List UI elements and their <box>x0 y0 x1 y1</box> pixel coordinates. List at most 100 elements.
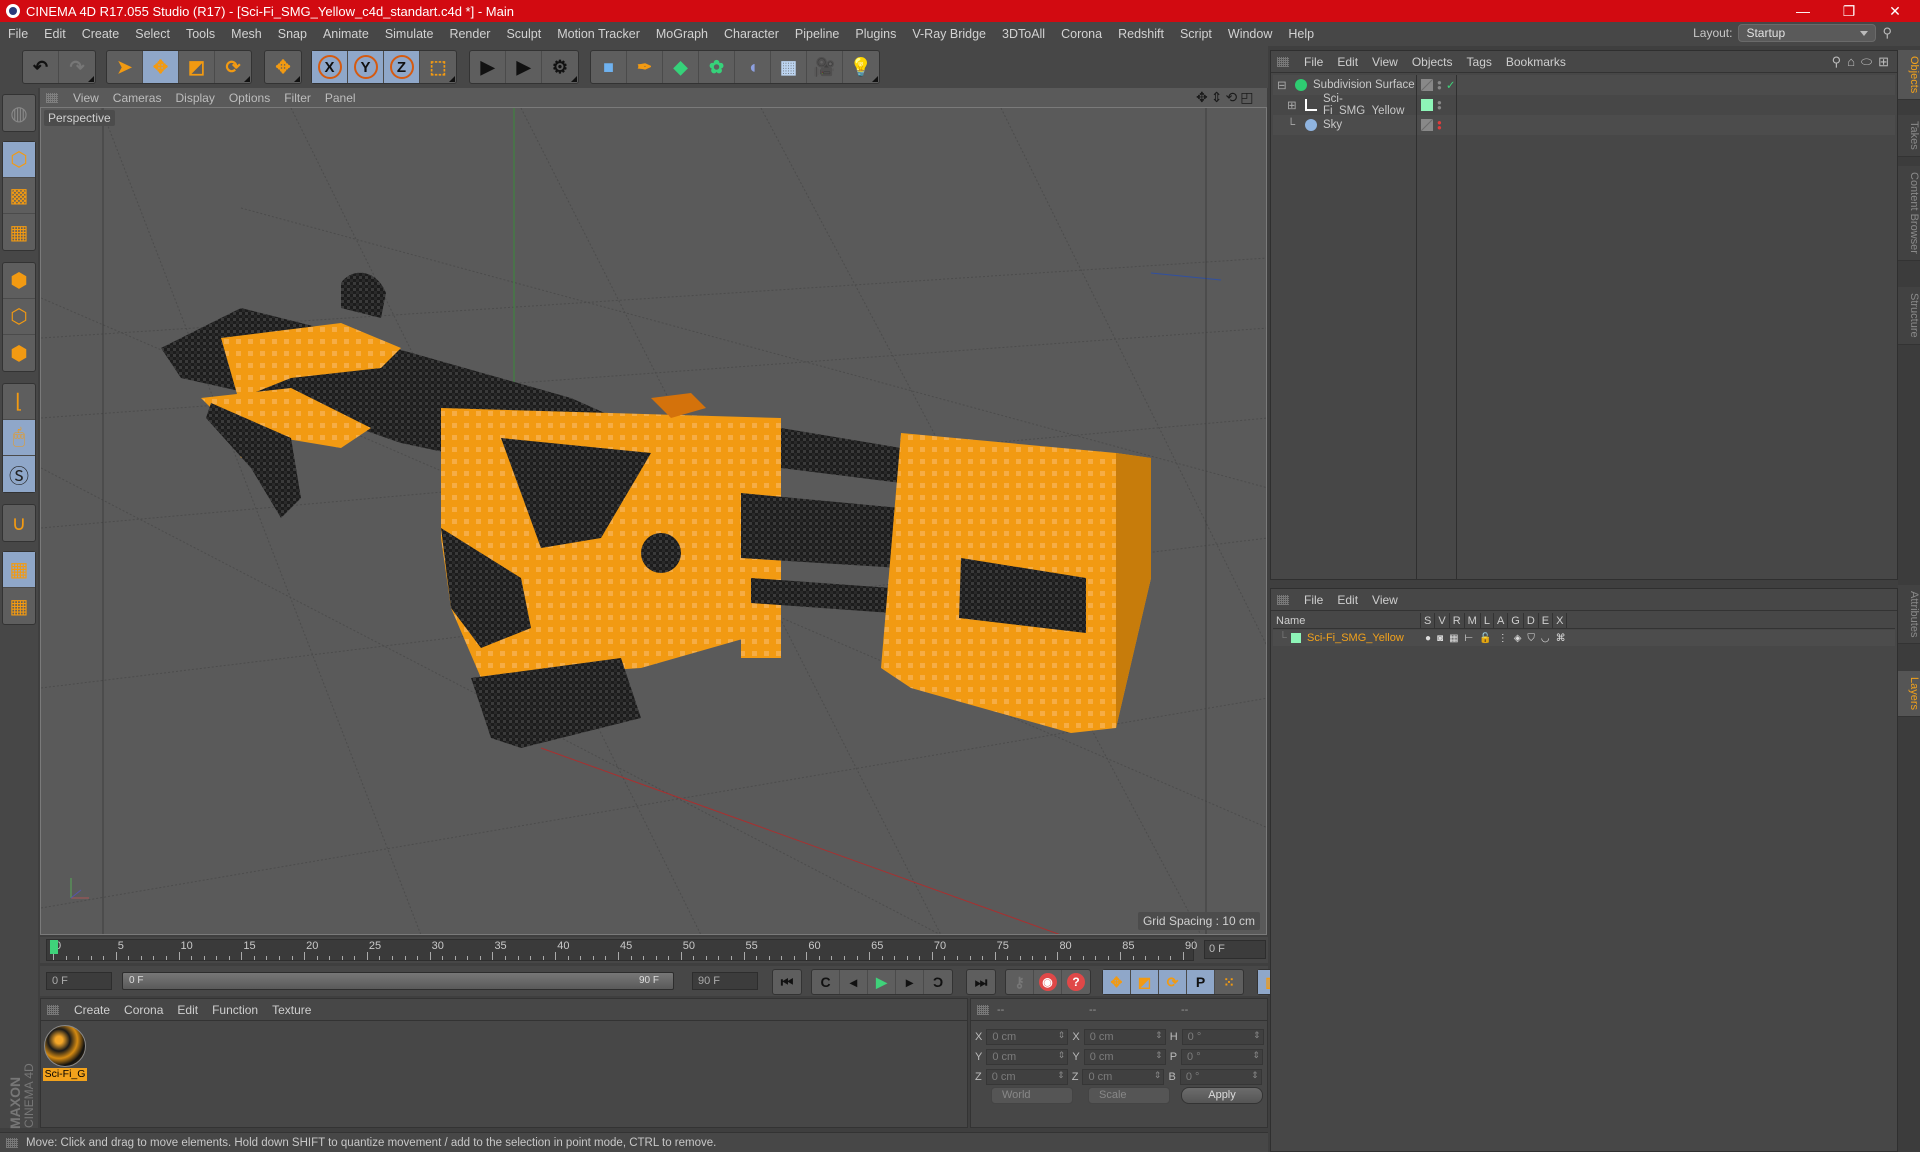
viewport-menu-cameras[interactable]: Cameras <box>106 91 169 105</box>
menu-animate[interactable]: Animate <box>315 27 377 41</box>
layer-empty-tag[interactable] <box>1421 119 1433 131</box>
lock-toggle-icon[interactable]: 🔓 <box>1479 633 1491 644</box>
menu-simulate[interactable]: Simulate <box>377 27 442 41</box>
rotation-b-field[interactable]: 0 ° <box>1179 1069 1262 1085</box>
undo-button[interactable]: ↶ <box>23 51 59 83</box>
autokey-button[interactable]: ◉ <box>1034 970 1062 994</box>
next-frame-button[interactable]: ▸ <box>896 970 924 994</box>
menu-pipeline[interactable]: Pipeline <box>787 27 847 41</box>
layer-column-a[interactable]: A <box>1494 613 1509 628</box>
material-menu-texture[interactable]: Texture <box>265 1003 318 1017</box>
menu-sculpt[interactable]: Sculpt <box>498 27 549 41</box>
expand-toggle-icon[interactable]: ⊟ <box>1277 78 1291 92</box>
magnet-snap-button[interactable]: ∪ <box>3 505 35 541</box>
layer-column-e[interactable]: E <box>1539 613 1554 628</box>
menu-file[interactable]: File <box>0 27 36 41</box>
object-row[interactable]: └ Sky ● ● <box>1273 115 1895 135</box>
size-y-field[interactable]: 0 cm <box>1083 1049 1166 1065</box>
layer-name[interactable]: Sci-Fi_SMG_Yellow <box>1307 632 1425 644</box>
layer-column-m[interactable]: M <box>1465 613 1481 628</box>
zoom-view-icon[interactable]: ⇕ <box>1211 89 1223 106</box>
visible-toggle-icon[interactable]: ◙ <box>1437 633 1443 644</box>
z-axis-button[interactable]: Z <box>384 51 420 83</box>
panel-grip[interactable] <box>977 1004 989 1015</box>
viewport-menu-filter[interactable]: Filter <box>277 91 318 105</box>
solo-toggle-icon[interactable]: ● <box>1425 633 1431 644</box>
deformers-toggle-icon[interactable]: ⛉ <box>1527 633 1535 644</box>
editor-render-dots[interactable]: ● ● <box>1437 79 1442 92</box>
scale-button[interactable]: ◩ <box>179 51 215 83</box>
panel-grip[interactable] <box>46 92 58 103</box>
object-row[interactable]: ⊞ Sci-Fi_SMG_Yellow ● ● <box>1273 93 1895 117</box>
render-view-button[interactable]: ▶ <box>470 51 506 83</box>
layer-color-swatch[interactable] <box>1291 633 1301 643</box>
subdivision-surface-button[interactable]: ◆ <box>663 51 699 83</box>
size-z-field[interactable]: 0 cm <box>1082 1069 1165 1085</box>
manager-toggle-icon[interactable]: ⊢ <box>1465 633 1474 644</box>
key-rotation-button[interactable]: ⟳ <box>1159 970 1187 994</box>
visibility-dots-icon[interactable]: ● ● <box>1421 99 1442 112</box>
material-menu-edit[interactable]: Edit <box>170 1003 205 1017</box>
expand-toggle-icon[interactable]: └ <box>1287 119 1301 131</box>
menu-window[interactable]: Window <box>1220 27 1280 41</box>
restore-button[interactable]: ❐ <box>1826 0 1872 22</box>
editor-render-dots[interactable]: ● ● <box>1437 119 1442 132</box>
layout-dropdown[interactable]: Startup <box>1738 24 1877 42</box>
frame-range-slider[interactable]: 0 F 90 F <box>122 972 674 990</box>
viewport-menu-panel[interactable]: Panel <box>318 91 363 105</box>
layer-row[interactable]: └ Sci-Fi_SMG_Yellow ● ◙ ▦ ⊢ 🔓 ⋮ ◈ ⛉ ◡ ⌘ <box>1273 630 1895 646</box>
side-tab-takes[interactable]: Takes <box>1898 115 1920 157</box>
coordinate-system-button[interactable]: ⬚ <box>420 51 456 83</box>
animation-toggle-icon[interactable]: ⋮ <box>1498 633 1508 644</box>
size-mode-select[interactable]: Scale <box>1088 1087 1170 1104</box>
key-scale-button[interactable]: ◩ <box>1131 970 1159 994</box>
cube-button[interactable]: ■ <box>591 51 627 83</box>
coordinate-mode-select[interactable]: World <box>991 1087 1073 1104</box>
viewport-menu-options[interactable]: Options <box>222 91 277 105</box>
layer-column-r[interactable]: R <box>1450 613 1465 628</box>
3d-viewport[interactable]: Perspective Grid Spacing : 10 cm <box>40 108 1267 935</box>
menu-v-ray-bridge[interactable]: V-Ray Bridge <box>904 27 994 41</box>
workplane-mode-button[interactable]: ▦ <box>3 214 35 250</box>
snap-solo-button[interactable]: Ⓢ <box>3 456 35 492</box>
floor-button[interactable]: ▦ <box>771 51 807 83</box>
last-tool-move-button[interactable]: ✥ <box>265 51 301 83</box>
x-axis-button[interactable]: X <box>312 51 348 83</box>
record-keys-button[interactable]: ⚷ <box>1006 970 1034 994</box>
editor-render-dots[interactable]: ● ● <box>1437 99 1442 112</box>
rotate-button[interactable]: ⟳ <box>215 51 251 83</box>
key-pla-button[interactable]: ⁙ <box>1215 970 1243 994</box>
side-tab-layers[interactable]: Layers <box>1898 671 1920 718</box>
make-editable-button[interactable]: ◍ <box>3 95 35 131</box>
lock-workplane-button[interactable]: ▦ <box>3 552 35 588</box>
home-icon[interactable]: ⌂ <box>1847 54 1855 70</box>
menu-help[interactable]: Help <box>1280 27 1322 41</box>
menu-create[interactable]: Create <box>74 27 128 41</box>
key-parameter-button[interactable]: P <box>1187 970 1215 994</box>
panel-grip[interactable] <box>6 1137 18 1148</box>
rotate-view-icon[interactable]: ⟲ <box>1225 89 1237 106</box>
panel-grip[interactable] <box>1277 56 1289 67</box>
object-menu-file[interactable]: File <box>1297 55 1330 69</box>
menu-render[interactable]: Render <box>441 27 498 41</box>
layer-menu-file[interactable]: File <box>1297 593 1330 607</box>
panel-grip[interactable] <box>1277 594 1289 605</box>
previous-key-button[interactable]: C <box>812 970 840 994</box>
align-workplane-button[interactable]: ▦ <box>3 588 35 624</box>
close-button[interactable]: ✕ <box>1872 0 1918 22</box>
material-menu-create[interactable]: Create <box>67 1003 117 1017</box>
menu-corona[interactable]: Corona <box>1053 27 1110 41</box>
layer-column-g[interactable]: G <box>1508 613 1524 628</box>
go-to-end-button[interactable]: ⏭ <box>967 970 995 994</box>
redo-button[interactable]: ↷ <box>59 51 95 83</box>
menu-mograph[interactable]: MoGraph <box>648 27 716 41</box>
menu-script[interactable]: Script <box>1172 27 1220 41</box>
live-selection-button[interactable]: ➤ <box>107 51 143 83</box>
xref-toggle-icon[interactable]: ⌘ <box>1556 633 1566 644</box>
keyframe-selection-button[interactable]: ? <box>1062 970 1090 994</box>
layer-column-l[interactable]: L <box>1481 613 1494 628</box>
panel-grip[interactable] <box>47 1004 59 1015</box>
layer-column-s[interactable]: S <box>1421 613 1436 628</box>
object-name[interactable]: Sci-Fi_SMG_Yellow <box>1323 93 1423 117</box>
layer-menu-view[interactable]: View <box>1365 593 1405 607</box>
